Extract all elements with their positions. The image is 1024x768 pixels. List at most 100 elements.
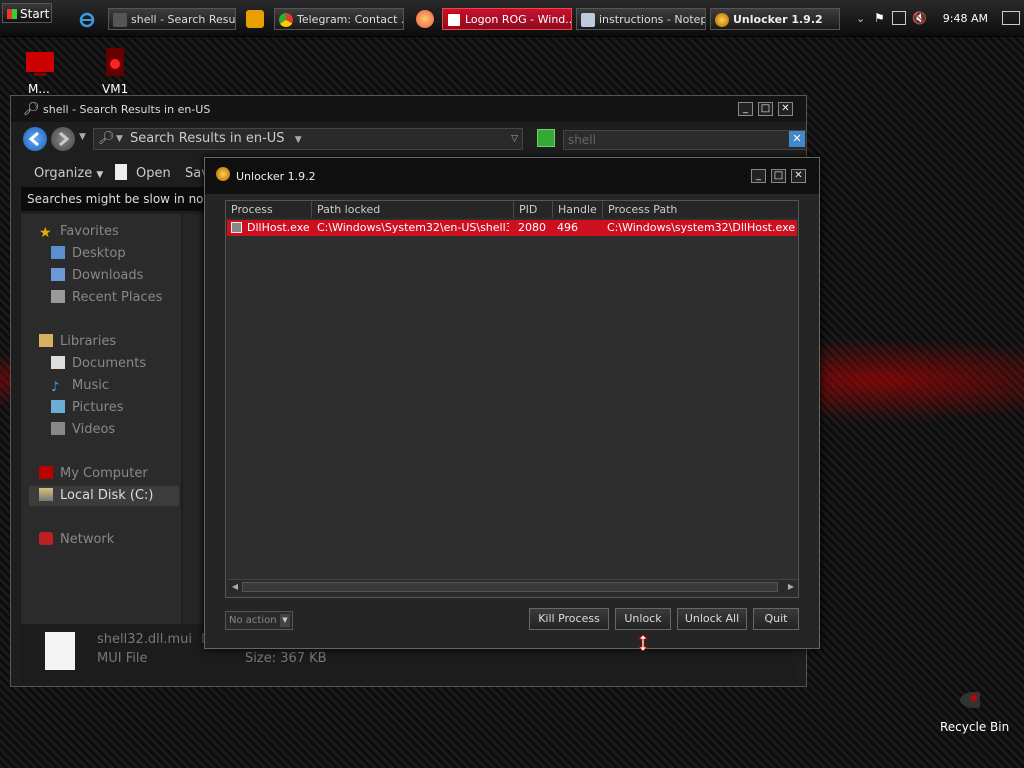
column-header-pid[interactable]: PID — [514, 201, 553, 218]
content-pane[interactable] — [183, 214, 203, 624]
arrow-left-icon — [28, 131, 39, 147]
locked-handles-list[interactable]: Process Path locked PID Handle Process P… — [225, 200, 799, 598]
network-icon — [39, 532, 53, 545]
clock[interactable]: 9:48 AM — [943, 12, 988, 25]
maximize-button[interactable]: □ — [758, 102, 773, 116]
address-history-icon[interactable]: ▽ — [511, 129, 518, 149]
horizontal-scrollbar[interactable]: ◀ ▶ — [228, 579, 798, 594]
libraries-icon — [39, 334, 53, 347]
chevron-down-icon: ▼ — [96, 170, 104, 180]
firefox-icon[interactable] — [416, 10, 434, 28]
music-icon: ♪ — [51, 380, 60, 395]
back-button[interactable] — [23, 127, 47, 151]
close-button[interactable]: ✕ — [791, 169, 806, 183]
show-desktop-icon[interactable] — [1002, 11, 1020, 25]
recent-places-icon — [51, 290, 65, 303]
nav-documents[interactable]: Documents — [51, 354, 146, 374]
desktop-icon-vm1[interactable]: VM1 — [100, 46, 140, 96]
chevron-down-icon[interactable]: ▼ — [116, 129, 123, 149]
unlocker-title-bar[interactable]: Unlocker 1.9.2 _ □ ✕ — [205, 158, 819, 194]
start-button[interactable]: Start — [2, 3, 52, 23]
nav-desktop[interactable]: Desktop — [51, 244, 126, 264]
nav-music[interactable]: ♪ Music — [51, 376, 109, 396]
volume-muted-icon[interactable]: 🔇 — [912, 11, 927, 25]
unlock-all-button[interactable]: Unlock All — [677, 608, 747, 630]
recycle-bin-label: Recycle Bin — [940, 720, 1010, 734]
desktop-icon-recycle-bin[interactable]: Recycle Bin — [940, 686, 1009, 734]
chevron-down-icon[interactable]: ⌄ — [856, 12, 865, 25]
scroll-left-icon[interactable]: ◀ — [230, 582, 240, 592]
nav-favorites[interactable]: ★ Favorites — [39, 222, 119, 242]
explorer-title-bar[interactable]: 🔎︎ shell - Search Results in en-US _ □ ✕ — [11, 96, 806, 122]
desktop-icon-computer[interactable]: M... — [24, 50, 64, 96]
scrollbar-thumb[interactable] — [242, 582, 778, 592]
star-icon: ★ — [39, 225, 52, 241]
close-button[interactable]: ✕ — [778, 102, 793, 116]
kill-process-button[interactable]: Kill Process — [529, 608, 609, 630]
downloads-icon — [51, 268, 65, 281]
nav-recent-places[interactable]: Recent Places — [51, 288, 162, 308]
network-icon[interactable] — [892, 11, 906, 25]
vm-icon — [106, 48, 124, 76]
desktop-icon — [51, 246, 65, 259]
column-header-process[interactable]: Process — [226, 201, 312, 218]
quit-button[interactable]: Quit — [753, 608, 799, 630]
organize-button[interactable]: Organize ▼ — [34, 166, 103, 181]
breadcrumb-dropdown-icon[interactable]: ▼ — [295, 135, 302, 145]
magic-wand-icon — [216, 167, 230, 181]
chrome-icon — [279, 13, 293, 27]
mouse-cursor-icon — [638, 634, 648, 652]
open-button[interactable]: Open — [136, 166, 171, 181]
maximize-button[interactable]: □ — [771, 169, 786, 183]
flag-icon[interactable]: ⚑ — [874, 11, 885, 25]
process-icon — [231, 222, 242, 233]
system-tray: ⌄ ⚑ 🔇 9:48 AM — [856, 8, 1024, 30]
taskbar-item-notepad[interactable]: instructions - Notep... — [576, 8, 706, 30]
taskbar-item-logon-rog[interactable]: Logon ROG - Wind... — [442, 8, 572, 30]
forward-button[interactable] — [51, 127, 75, 151]
media-player-icon[interactable] — [246, 10, 264, 28]
scroll-right-icon[interactable]: ▶ — [786, 582, 796, 592]
column-header-handle[interactable]: Handle — [553, 201, 603, 218]
unlock-button[interactable]: Unlock — [615, 608, 671, 630]
recent-pages-dropdown[interactable]: ▼ — [79, 132, 86, 142]
details-file-name: shell32.dll.mui — [97, 632, 193, 647]
nav-my-computer[interactable]: My Computer — [39, 464, 148, 484]
desktop-icon-label: M... — [28, 82, 50, 96]
minimize-button[interactable]: _ — [751, 169, 766, 183]
chevron-down-icon: ▼ — [280, 614, 290, 627]
nav-downloads[interactable]: Downloads — [51, 266, 143, 286]
pictures-icon — [51, 400, 65, 413]
column-header-process-path[interactable]: Process Path — [603, 201, 798, 218]
arrow-right-icon — [59, 131, 70, 147]
nav-pictures[interactable]: Pictures — [51, 398, 123, 418]
search-icon: 🔎︎ — [23, 102, 40, 117]
taskbar-item-unlocker[interactable]: Unlocker 1.9.2 — [710, 8, 840, 30]
table-row[interactable]: DllHost.exe C:\Windows\System32\en-US\sh… — [227, 220, 797, 236]
nav-videos[interactable]: Videos — [51, 420, 115, 440]
column-header-path-locked[interactable]: Path locked — [312, 201, 514, 218]
search-input[interactable]: shell — [563, 130, 807, 150]
clear-search-icon[interactable]: ✕ — [789, 131, 805, 147]
details-size: Size: 367 KB — [245, 651, 327, 666]
desktop-icon-label: VM1 — [102, 82, 129, 96]
file-icon — [45, 632, 75, 670]
internet-explorer-icon[interactable] — [78, 10, 96, 28]
minimize-button[interactable]: _ — [738, 102, 753, 116]
address-bar[interactable]: 🔎︎ ▼ Search Results in en-US ▼ ▽ — [93, 128, 523, 150]
list-header: Process Path locked PID Handle Process P… — [226, 201, 798, 218]
cell-process-path: C:\Windows\system32\DllHost.exe — [607, 221, 795, 234]
nav-network[interactable]: Network — [39, 530, 114, 550]
drive-icon — [39, 488, 53, 501]
cell-pid: 2080 — [518, 221, 546, 234]
nav-libraries[interactable]: Libraries — [39, 332, 116, 352]
taskbar-item-explorer[interactable]: shell - Search Resu... — [108, 8, 236, 30]
action-select[interactable]: No action ▼ — [225, 611, 293, 630]
taskbar-item-telegram[interactable]: Telegram: Contact ... — [274, 8, 404, 30]
refresh-icon[interactable] — [537, 129, 555, 147]
nav-local-disk[interactable]: Local Disk (C:) — [29, 486, 179, 506]
windows-logo-icon — [7, 9, 17, 19]
details-file-type: MUI File — [97, 651, 148, 666]
cell-handle: 496 — [557, 221, 578, 234]
taskbar: Start shell - Search Resu... Telegram: C… — [0, 0, 1024, 37]
